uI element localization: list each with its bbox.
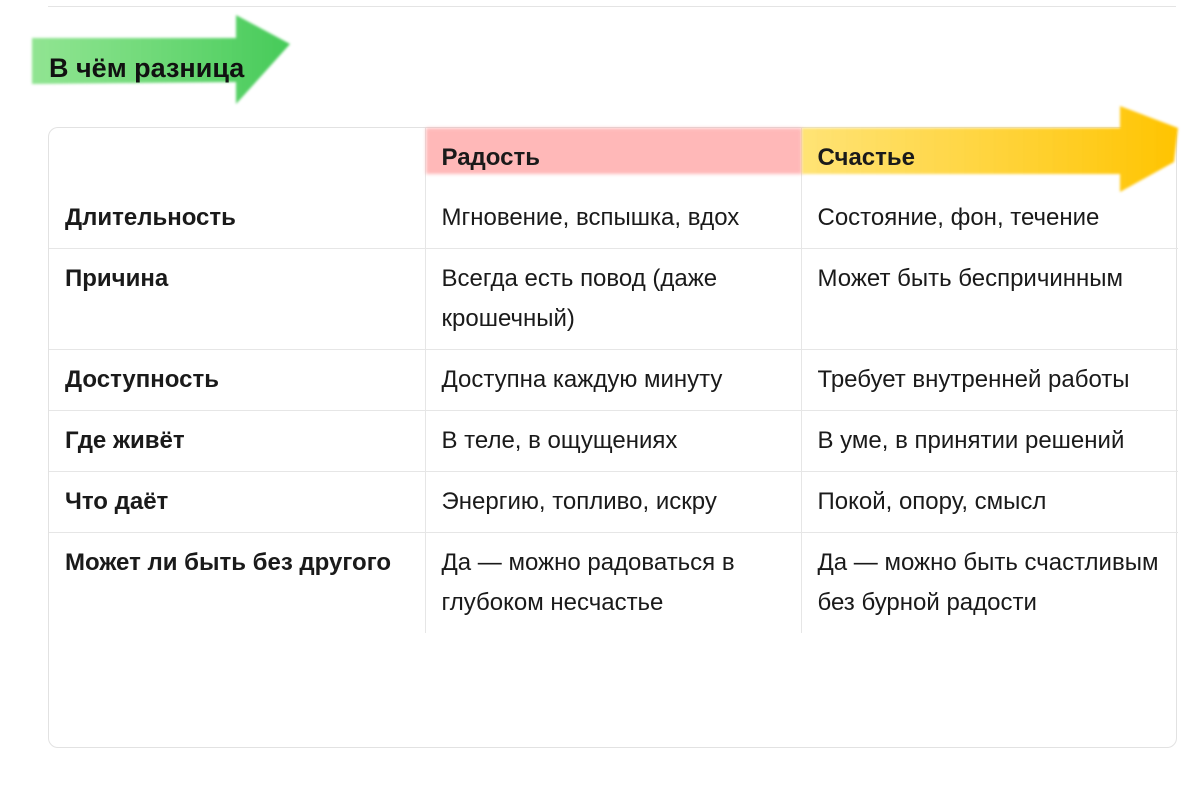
joy-cell: В теле, в ощущениях xyxy=(425,410,802,472)
joy-cell: Да — можно радоваться в глубоком несчаст… xyxy=(425,532,802,633)
top-divider xyxy=(48,6,1176,7)
page: В чём разница Радость Счастье Длительнос… xyxy=(0,0,1200,788)
happiness-cell: Да — можно быть счастливым без бурной ра… xyxy=(817,549,1159,616)
row-label: Длительность xyxy=(49,188,426,249)
row-label: Причина xyxy=(49,248,426,350)
happiness-cell: Может быть беспричинным xyxy=(801,248,1178,350)
header-happiness: Счастье xyxy=(801,106,1178,192)
happiness-cell: Покой, опору, смысл xyxy=(801,471,1178,533)
section-title: В чём разница xyxy=(49,53,245,83)
header-joy-label: Радость xyxy=(441,144,540,171)
joy-cell: Доступна каждую минуту xyxy=(425,349,802,411)
joy-cell: Мгновение, вспышка, вдох xyxy=(425,188,802,249)
row-label: Где живёт xyxy=(49,410,426,472)
joy-cell: Всегда есть повод (даже крошечный) xyxy=(425,248,802,350)
table-row: Причина Всегда есть повод (даже крошечный… xyxy=(49,248,1178,350)
row-label: Доступность xyxy=(49,349,426,411)
header-empty-cell xyxy=(49,128,426,188)
table-row: Доступность Доступна каждую минуту Требует… xyxy=(49,349,1178,411)
table-header-row: Радость Счастье xyxy=(49,106,1178,192)
row-label: Может ли быть без другого xyxy=(49,532,426,633)
joy-cell: Энергию, топливо, искру xyxy=(425,471,802,533)
header-happiness-label: Счастье xyxy=(817,144,916,171)
row-label: Что даёт xyxy=(49,471,426,533)
header-joy: Радость xyxy=(425,128,802,188)
section-heading: В чём разница xyxy=(30,14,292,106)
table-row: Что даёт Энергию, топливо, искру Покой, оп… xyxy=(49,471,1178,533)
happiness-cell: В уме, в принятии решений xyxy=(801,410,1178,472)
comparison-table: Радость Счастье Длительность Мгновение, … xyxy=(48,106,1178,748)
table-row: Где живёт В теле, в ощущениях В уме, в при… xyxy=(49,410,1178,472)
table-row: Может ли быть без другого Да — можно радо… xyxy=(49,532,1178,633)
happiness-cell: Требует внутренней работы xyxy=(801,349,1178,411)
